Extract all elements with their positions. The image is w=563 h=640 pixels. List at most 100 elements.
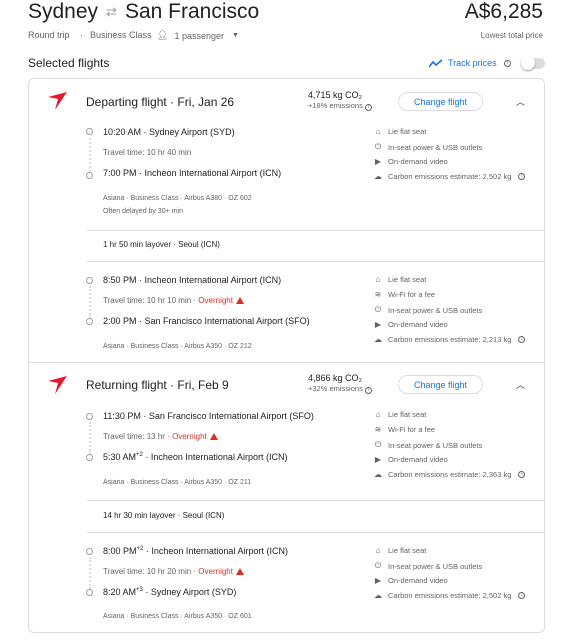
seat-icon: ⌂ xyxy=(375,410,381,419)
info-icon[interactable]: i xyxy=(364,104,372,111)
video-icon: ▶ xyxy=(374,455,382,464)
divider xyxy=(87,500,544,501)
amenity-seat: ⌂ Lie flat seat xyxy=(373,275,427,284)
co2-icon: ☁ xyxy=(374,470,382,479)
chevron-up-icon[interactable]: ︿ xyxy=(516,378,525,391)
total-price: A$6,285 xyxy=(464,0,543,23)
dep2-details: Asiana · Business Class · Airbus A350 · … xyxy=(103,343,252,350)
selected-flights-card: Departing flight · Fri, Jan 26 4,715 kg … xyxy=(28,78,545,633)
person-icon: 👤︎ xyxy=(157,30,169,40)
info-icon[interactable]: i xyxy=(518,336,526,343)
video-icon: ▶ xyxy=(374,157,382,166)
power-icon: ⏻ xyxy=(374,305,382,314)
amenity-power: ⏻ In-seat power & USB outlets xyxy=(374,305,483,315)
ret1-details: Asiana · Business Class · Airbus A350 · … xyxy=(103,479,252,486)
amenity-wifi: ≋ Wi-Fi for a fee xyxy=(374,290,436,299)
timeline-line xyxy=(89,557,91,589)
wifi-icon: ≋ xyxy=(374,290,382,299)
info-icon[interactable]: i xyxy=(518,173,526,180)
trip-type[interactable]: Round trip xyxy=(28,30,70,40)
timeline-line xyxy=(89,286,91,318)
timeline-line xyxy=(89,422,91,454)
info-icon[interactable]: i xyxy=(518,471,526,478)
amenity-video: ▶ On-demand video xyxy=(374,576,448,585)
divider xyxy=(87,230,544,231)
amenity-power: ⏻ In-seat power & USB outlets xyxy=(374,142,483,152)
returning-co2: 4,866 kg CO₂ +32% emissions i xyxy=(308,373,372,394)
power-icon: ⏻ xyxy=(374,142,382,151)
dep2-travel-time: Travel time: 10 hr 10 min · Overnight xyxy=(103,296,244,305)
amenity-co2: ☁ Carbon emissions estimate: 2,213 kg i xyxy=(373,335,526,344)
chevron-up-icon[interactable]: ︿ xyxy=(516,95,525,108)
change-departing-button[interactable]: Change flight xyxy=(398,92,483,111)
amenity-video: ▶ On-demand video xyxy=(374,320,448,329)
divider xyxy=(87,261,544,262)
amenity-co2: ☁ Carbon emissions estimate: 2,502 kg i xyxy=(373,591,526,600)
price-note: Lowest total price xyxy=(480,31,543,40)
amenity-co2: ☁ Carbon emissions estimate: 2,502 kg i xyxy=(373,172,526,181)
amenity-video: ▶ On-demand video xyxy=(374,455,448,464)
ret2-travel-time: Travel time: 10 hr 20 min · Overnight xyxy=(103,567,244,576)
ret1-travel-time: Travel time: 13 hr · Overnight xyxy=(103,432,218,441)
returning-layover: 14 hr 30 min layover · Seoul (ICN) xyxy=(103,511,225,520)
info-icon[interactable]: i xyxy=(364,387,372,394)
timeline-dot xyxy=(86,413,93,420)
power-icon: ⏻ xyxy=(374,440,382,449)
dep1-arrival: 7:00 PM · Incheon International Airport … xyxy=(103,168,282,178)
dep1-travel-time: Travel time: 10 hr 40 min xyxy=(103,148,192,157)
amenity-wifi: ≋ Wi-Fi for a fee xyxy=(374,425,436,434)
seat-icon: ⌂ xyxy=(375,275,381,284)
swap-arrows-icon: ⇄ xyxy=(106,4,117,19)
dep1-departure: 10:20 AM · Sydney Airport (SYD) xyxy=(103,127,235,137)
seat-icon: ⌂ xyxy=(375,546,381,555)
section-title: Selected flights xyxy=(28,56,110,70)
video-icon: ▶ xyxy=(374,576,382,585)
co2-icon: ☁ xyxy=(374,335,382,344)
caret-down-icon: ▼ xyxy=(231,32,239,39)
timeline-dot xyxy=(86,318,93,325)
timeline-dot xyxy=(86,454,93,461)
timeline-dot xyxy=(86,589,93,596)
ret2-details: Asiana · Business Class · Airbus A350 · … xyxy=(103,613,252,620)
timeline-dot xyxy=(86,128,93,135)
info-icon[interactable]: i xyxy=(503,59,511,67)
destination-city: San Francisco xyxy=(124,0,260,23)
cabin-class[interactable]: Business Class xyxy=(90,30,152,40)
track-prices-toggle[interactable] xyxy=(521,56,545,70)
timeline-dot xyxy=(86,277,93,284)
amenity-video: ▶ On-demand video xyxy=(374,157,448,166)
departing-layover: 1 hr 50 min layover · Seoul (ICN) xyxy=(103,240,220,249)
amenity-seat: ⌂ Lie flat seat xyxy=(373,127,427,136)
co2-icon: ☁ xyxy=(374,591,382,600)
power-icon: ⏻ xyxy=(374,561,382,570)
departing-heading: Departing flight · Fri, Jan 26 xyxy=(86,95,235,109)
origin-city: Sydney xyxy=(28,0,99,23)
amenity-co2: ☁ Carbon emissions estimate: 2,363 kg i xyxy=(373,470,526,479)
section-divider xyxy=(29,362,544,363)
warning-icon xyxy=(209,433,218,440)
sub-sep: · xyxy=(80,30,83,40)
co2-icon: ☁ xyxy=(374,172,382,181)
info-icon[interactable]: i xyxy=(518,592,526,599)
timeline-line xyxy=(89,138,91,172)
timeline-dot xyxy=(86,172,93,179)
dep2-arrival: 2:00 PM · San Francisco International Ai… xyxy=(103,316,310,326)
dep1-details: Asiana · Business Class · Airbus A380 · … xyxy=(103,195,252,202)
track-prices[interactable]: Track prices i xyxy=(429,58,511,68)
wifi-icon: ≋ xyxy=(374,425,382,434)
dep2-departure: 8:50 PM · Incheon International Airport … xyxy=(103,275,282,285)
returning-heading: Returning flight · Fri, Feb 9 xyxy=(86,378,229,392)
change-returning-button[interactable]: Change flight xyxy=(398,375,483,394)
video-icon: ▶ xyxy=(374,320,382,329)
trend-icon xyxy=(429,58,443,67)
passenger-select[interactable]: 👤︎ 1 passenger ▼ xyxy=(157,30,239,41)
departing-co2: 4,715 kg CO₂ +18% emissions i xyxy=(308,90,372,111)
ret1-departure: 11:30 PM · San Francisco International A… xyxy=(103,411,314,421)
warning-icon xyxy=(235,568,244,575)
sub-sep: · xyxy=(148,30,151,40)
amenity-seat: ⌂ Lie flat seat xyxy=(373,410,427,419)
ret2-arrival: 8:20 AM+3 · Sydney Airport (SYD) xyxy=(103,587,237,597)
seat-icon: ⌂ xyxy=(375,127,381,136)
route-title: Sydney ⇄ San Francisco xyxy=(28,0,259,24)
asiana-logo xyxy=(48,92,67,110)
